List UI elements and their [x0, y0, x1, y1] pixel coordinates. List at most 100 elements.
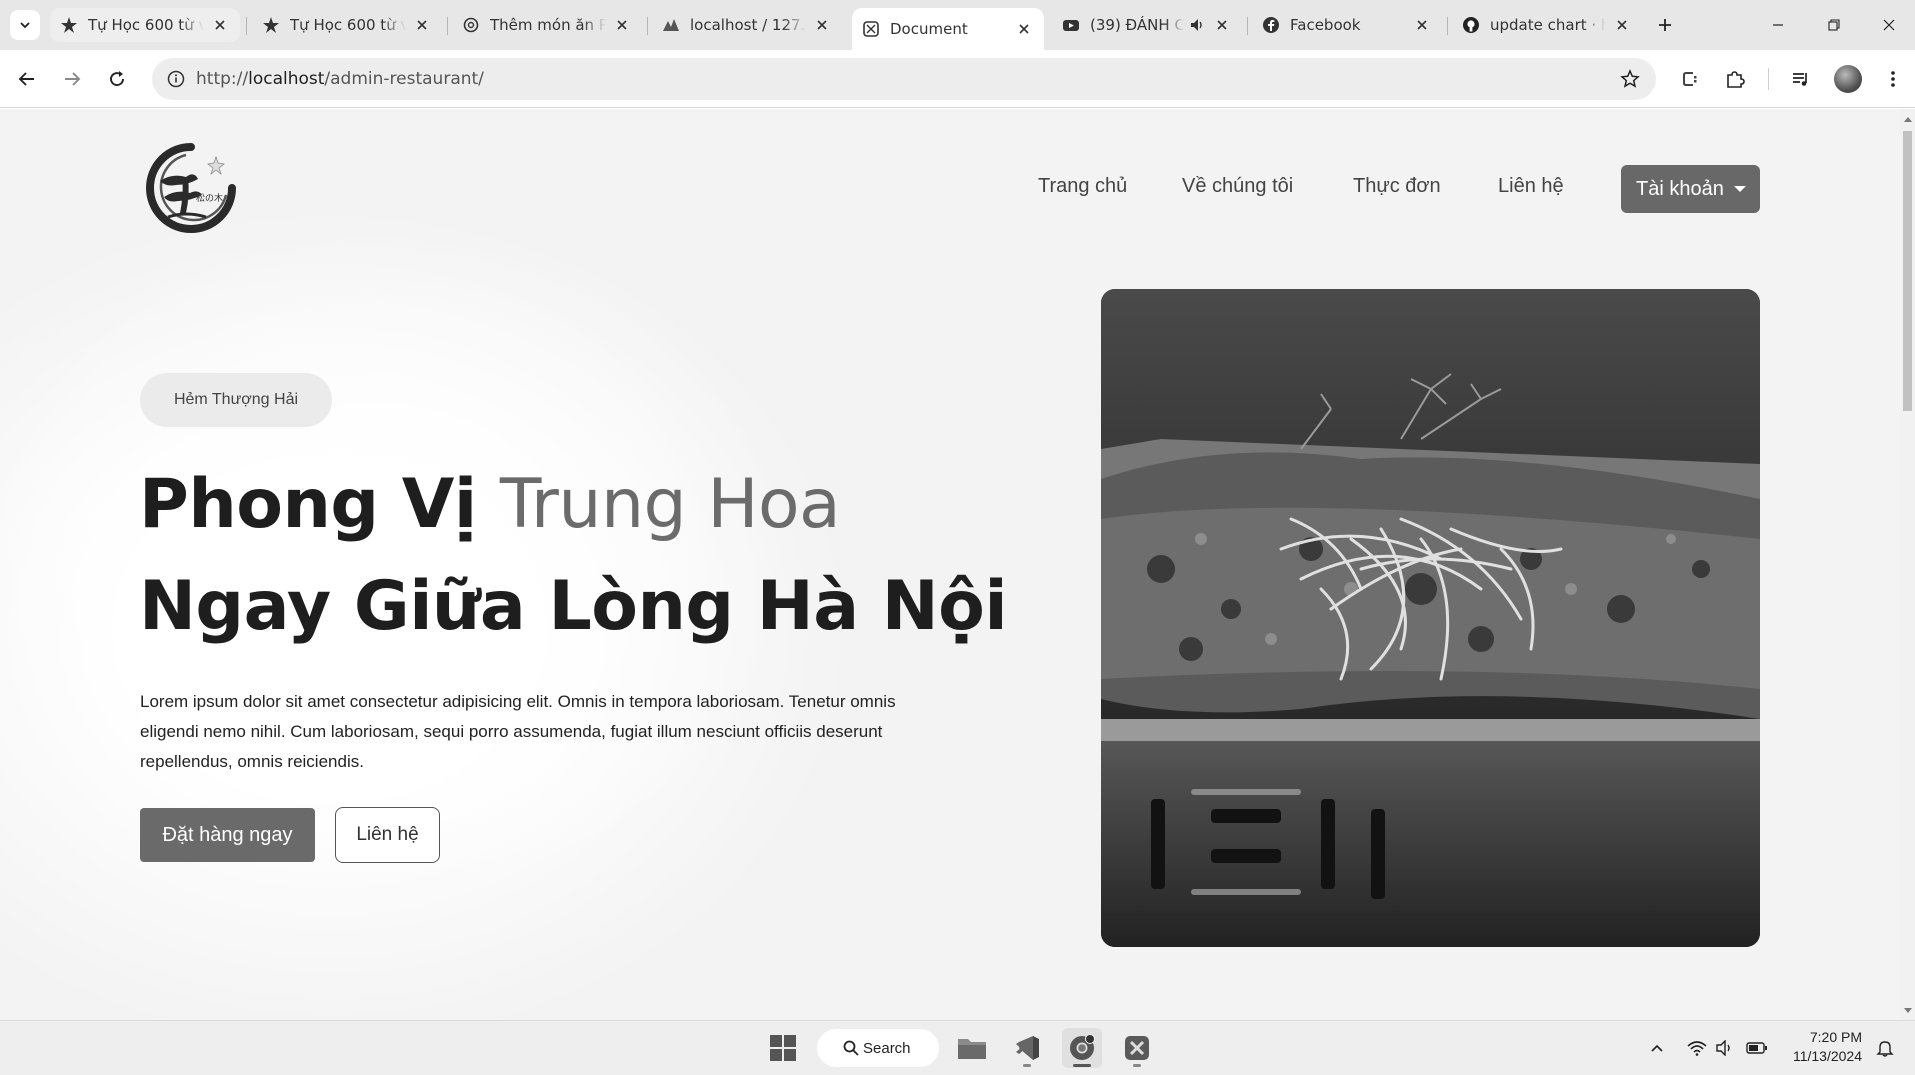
- copilot-extension-icon[interactable]: [1673, 62, 1707, 96]
- chevron-down-icon: [20, 22, 30, 29]
- running-indicator: [1133, 1064, 1141, 1067]
- chevron-up-icon[interactable]: [1646, 1037, 1668, 1059]
- hero-title-line2: Ngay Giữa Lòng Hà Nội: [139, 567, 1008, 646]
- reload-button[interactable]: [100, 62, 134, 96]
- chrome-icon[interactable]: [1062, 1028, 1102, 1068]
- reload-icon: [110, 71, 124, 86]
- taskbar-search-box[interactable]: Search: [817, 1029, 939, 1067]
- close-icon: [1883, 19, 1894, 31]
- info-icon[interactable]: [160, 63, 192, 95]
- notification-bell-icon[interactable]: [1874, 1037, 1896, 1059]
- close-icon[interactable]: [1412, 15, 1432, 35]
- location-badge: Hẻm Thượng Hải: [140, 373, 332, 427]
- site-logo[interactable]: 松の木: [146, 143, 236, 233]
- nav-menu[interactable]: Thực đơn: [1353, 175, 1441, 198]
- new-tab-button[interactable]: [1650, 10, 1680, 40]
- hero-title-line1: Phong Vị Trung Hoa: [139, 465, 841, 544]
- nav-contact[interactable]: Liên hệ: [1498, 175, 1564, 198]
- tab-3[interactable]: Thêm món ăn PHP: [452, 8, 642, 42]
- clock-time: 7:20 PM: [1809, 1029, 1862, 1045]
- bookmark-star-icon[interactable]: [1614, 63, 1646, 95]
- hero-food-image: [1101, 289, 1760, 947]
- star-logo-icon: [60, 16, 78, 34]
- tab-title: update chart · hanoi: [1490, 16, 1606, 34]
- tab-search-button[interactable]: [10, 10, 40, 40]
- nav-home[interactable]: Trang chủ: [1038, 175, 1127, 198]
- headline-main: Phong Vị: [139, 465, 500, 544]
- tab-8[interactable]: update chart · hanoi: [1452, 8, 1642, 42]
- close-icon[interactable]: [1212, 15, 1232, 35]
- contact-button[interactable]: Liên hệ: [335, 807, 440, 863]
- browser-toolbar: http://localhost/admin-restaurant/: [0, 50, 1915, 108]
- speaker-icon[interactable]: [1188, 16, 1206, 34]
- tab-title: Tự Học 600 từ vựng: [290, 16, 406, 34]
- tab-5-active[interactable]: Document: [852, 8, 1044, 50]
- account-dropdown-button[interactable]: Tài khoản: [1621, 165, 1760, 213]
- page-scrollbar[interactable]: [1900, 109, 1915, 1020]
- tab-1[interactable]: Tự Học 600 từ vựng: [50, 8, 240, 42]
- extensions-puzzle-icon[interactable]: [1718, 62, 1752, 96]
- media-playlist-icon[interactable]: [1784, 62, 1818, 96]
- xampp-taskbar-icon[interactable]: [1117, 1028, 1157, 1068]
- tab-4[interactable]: localhost / 127.0.0.1: [652, 8, 842, 42]
- restore-icon: [1828, 19, 1840, 31]
- profile-avatar[interactable]: [1834, 65, 1862, 93]
- restore-button[interactable]: [1806, 0, 1862, 50]
- tab-title: Document: [890, 20, 968, 38]
- tab-6[interactable]: (39) ĐÁNH CỜ: [1052, 8, 1242, 42]
- tab-2[interactable]: Tự Học 600 từ vựng: [252, 8, 442, 42]
- facebook-icon: [1262, 16, 1280, 34]
- vscode-icon[interactable]: [1007, 1028, 1047, 1068]
- close-icon[interactable]: [210, 15, 230, 35]
- minimize-icon: [1773, 24, 1783, 26]
- tab-7[interactable]: Facebook: [1252, 8, 1442, 42]
- scrollbar-thumb[interactable]: [1903, 131, 1912, 411]
- system-clock[interactable]: 7:20 PM 11/13/2024: [1782, 1028, 1862, 1066]
- close-icon[interactable]: [812, 15, 832, 35]
- tab-title: Thêm món ăn PHP: [490, 16, 606, 34]
- github-icon: [1462, 16, 1480, 34]
- clock-date: 11/13/2024: [1792, 1048, 1862, 1064]
- order-now-button[interactable]: Đặt hàng ngay: [140, 808, 315, 862]
- tab-title: (39) ĐÁNH CỜ: [1090, 16, 1184, 34]
- close-window-button[interactable]: [1862, 0, 1915, 50]
- close-icon[interactable]: [412, 15, 432, 35]
- file-explorer-icon[interactable]: [952, 1028, 992, 1068]
- account-label: Tài khoản: [1636, 177, 1724, 200]
- star-logo-icon: [262, 16, 280, 34]
- svg-text:松の木: 松の木: [196, 192, 223, 204]
- phpmyadmin-icon: [662, 16, 680, 34]
- close-icon[interactable]: [1612, 15, 1632, 35]
- wifi-icon[interactable]: [1686, 1037, 1708, 1059]
- youtube-icon: [1062, 16, 1080, 34]
- windows-taskbar: Search 7:20 PM 11/13/2024: [0, 1020, 1915, 1075]
- close-icon[interactable]: [1014, 19, 1034, 39]
- running-indicator: [1023, 1064, 1031, 1067]
- grilled-fish-photo: [1101, 289, 1760, 947]
- tab-title: localhost / 127.0.0.1: [690, 16, 806, 34]
- minimize-button[interactable]: [1750, 0, 1806, 50]
- battery-icon[interactable]: [1746, 1037, 1768, 1059]
- back-button[interactable]: [10, 62, 44, 96]
- pine-tree-logo-icon: 松の木: [146, 143, 236, 233]
- caret-down-icon: [1734, 186, 1746, 192]
- volume-icon[interactable]: [1714, 1037, 1736, 1059]
- more-menu-icon[interactable]: [1876, 62, 1910, 96]
- browser-tab-strip: Tự Học 600 từ vựng Tự Học 600 từ vựng Th…: [0, 0, 1915, 50]
- start-button[interactable]: [763, 1028, 803, 1068]
- scroll-up-icon[interactable]: [1900, 111, 1915, 126]
- scroll-down-icon[interactable]: [1900, 1003, 1915, 1018]
- address-bar[interactable]: http://localhost/admin-restaurant/: [152, 58, 1656, 100]
- url-text[interactable]: http://localhost/admin-restaurant/: [196, 58, 484, 100]
- windows-logo-icon: [770, 1035, 796, 1061]
- running-indicator: [1073, 1064, 1091, 1067]
- forward-button[interactable]: [55, 62, 89, 96]
- tab-title: Tự Học 600 từ vựng: [88, 16, 204, 34]
- page-viewport: 松の木 Trang chủ Về chúng tôi Thực đơn Liên…: [0, 109, 1900, 1020]
- headline-accent: Trung Hoa: [499, 465, 841, 544]
- close-icon[interactable]: [612, 15, 632, 35]
- arrow-left-icon: [18, 72, 34, 86]
- nav-about[interactable]: Về chúng tôi: [1182, 175, 1293, 198]
- tab-title: Facebook: [1290, 16, 1361, 34]
- search-label: Search: [863, 1039, 911, 1057]
